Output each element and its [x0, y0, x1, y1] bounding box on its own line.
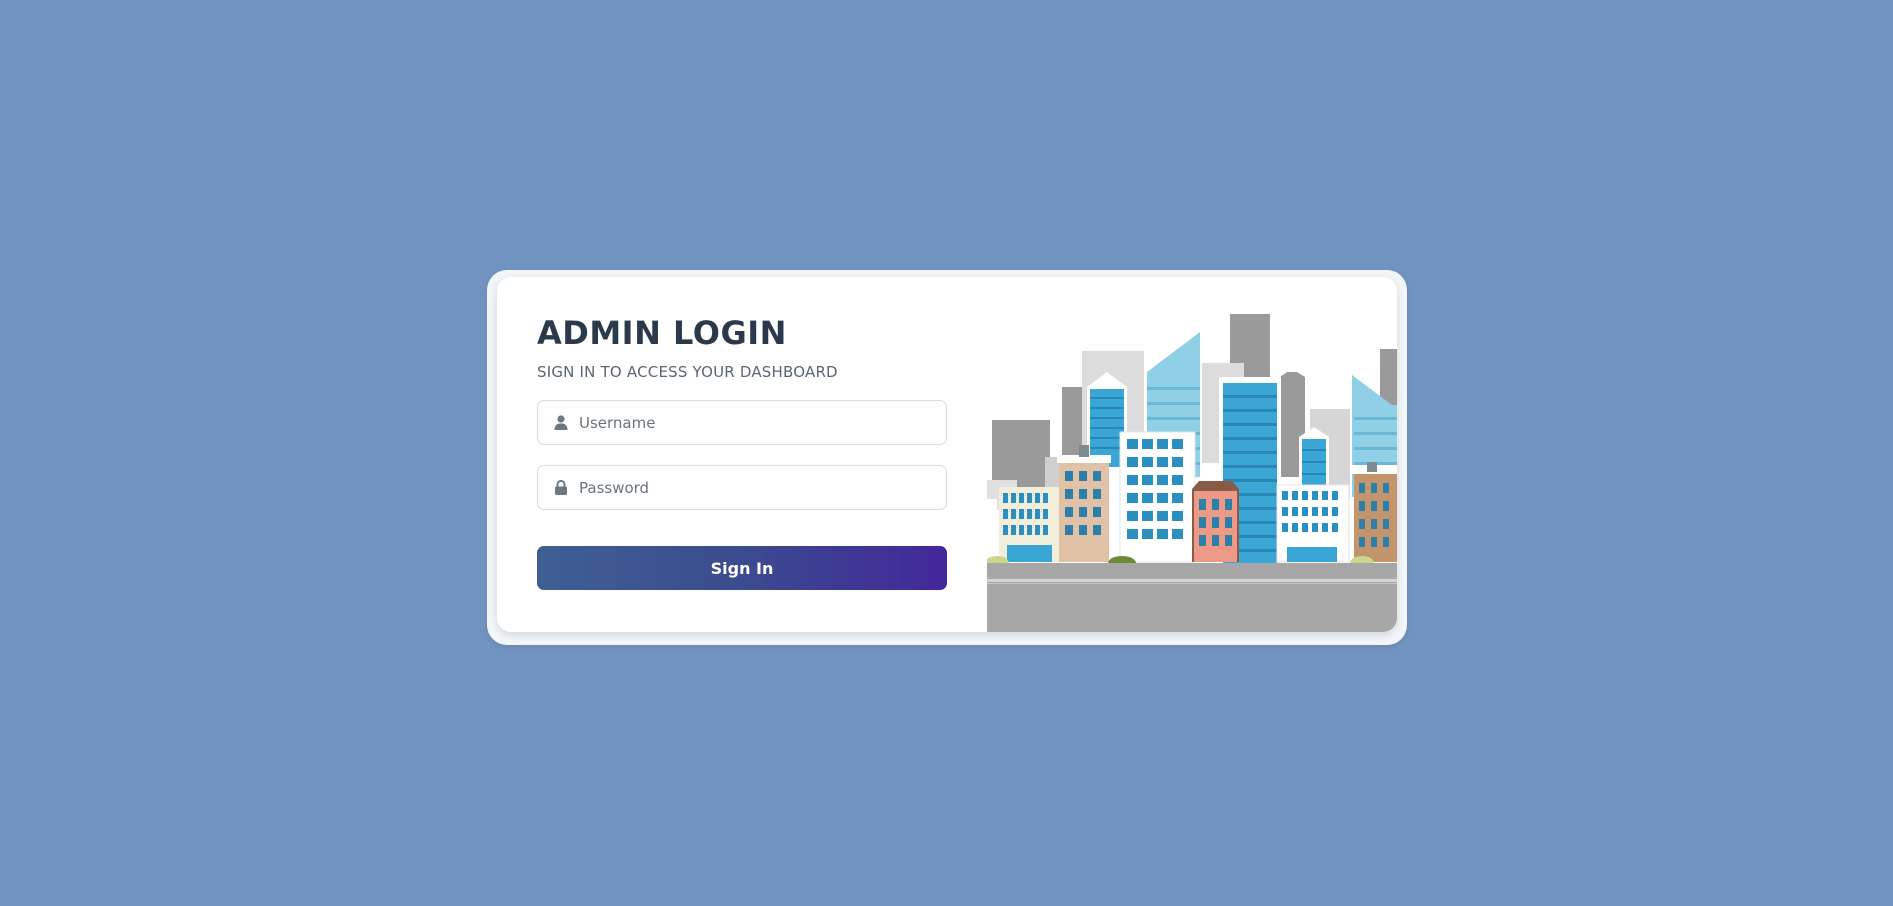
username-input[interactable] — [579, 407, 919, 438]
lock-icon — [553, 480, 569, 496]
page-subtitle: SIGN IN TO ACCESS YOUR DASHBOARD — [537, 363, 838, 381]
city-illustration — [985, 277, 1397, 632]
user-icon — [553, 415, 569, 431]
page-title: ADMIN LOGIN — [537, 314, 787, 352]
password-input[interactable] — [579, 472, 919, 503]
city-skyline-svg — [985, 314, 1397, 632]
sign-in-button[interactable]: Sign In — [537, 546, 947, 590]
login-card: ADMIN LOGIN SIGN IN TO ACCESS YOUR DASHB… — [497, 277, 1397, 632]
login-form: ADMIN LOGIN SIGN IN TO ACCESS YOUR DASHB… — [537, 313, 947, 590]
password-field[interactable] — [537, 465, 947, 510]
login-card-frame: ADMIN LOGIN SIGN IN TO ACCESS YOUR DASHB… — [487, 270, 1407, 645]
username-field[interactable] — [537, 400, 947, 445]
